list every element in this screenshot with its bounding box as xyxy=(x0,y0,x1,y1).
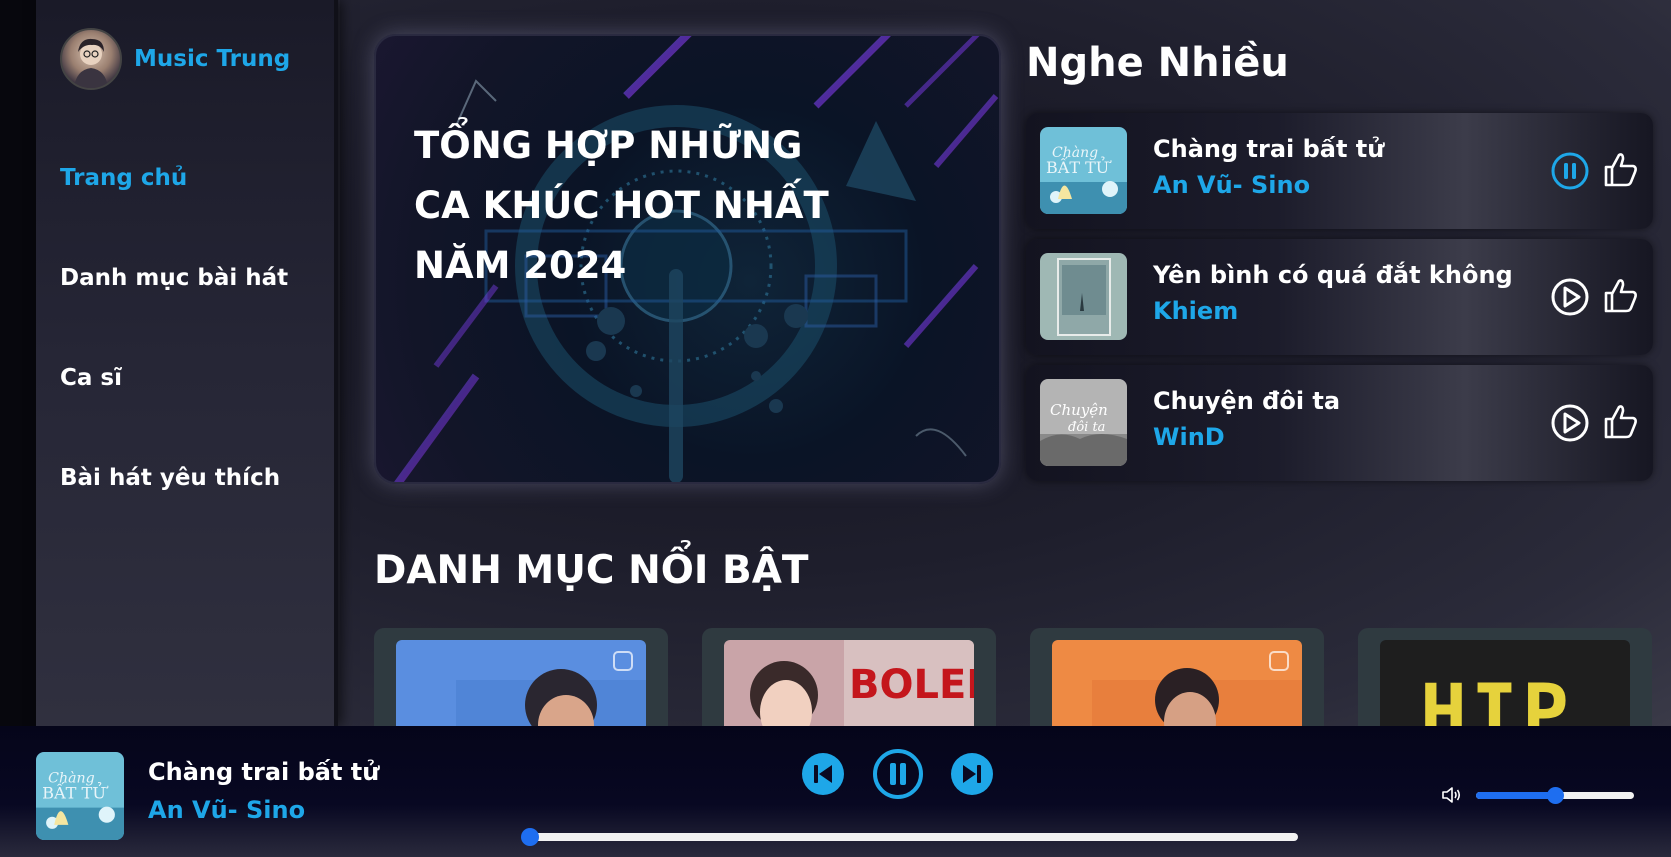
song-thumbnail: Chàng BẤT TỬ xyxy=(1040,127,1127,214)
pause-circle-icon[interactable] xyxy=(1550,151,1590,191)
sidebar-item-home[interactable]: Trang chủ xyxy=(60,160,288,260)
song-thumbnail: Chuyện đôi ta xyxy=(1040,379,1127,466)
top-songs-list: Chàng BẤT TỬ Chàng trai bất tử An Vũ- Si… xyxy=(1026,113,1653,491)
category-art xyxy=(1052,640,1302,726)
category-art: BOLERO xyxy=(724,640,974,726)
category-card[interactable]: HIP xyxy=(1358,628,1652,726)
category-card[interactable] xyxy=(374,628,668,726)
volume-slider[interactable] xyxy=(1476,787,1634,804)
play-circle-icon[interactable] xyxy=(1550,403,1590,443)
featured-heading: DANH MỤC NỔI BẬT xyxy=(374,548,809,593)
song-thumbnail xyxy=(1040,253,1127,340)
song-artist[interactable]: An Vũ- Sino xyxy=(1153,171,1310,199)
category-art: HIP xyxy=(1380,640,1630,726)
song-artist[interactable]: Khiem xyxy=(1153,297,1238,325)
song-artist[interactable]: WinD xyxy=(1153,423,1225,451)
player-song-artist[interactable]: An Vũ- Sino xyxy=(148,796,305,824)
sidebar: Music Trung Trang chủ Danh mục bài hát C… xyxy=(36,0,338,726)
svg-text:BẤT TỬ: BẤT TỬ xyxy=(1046,155,1112,177)
list-item[interactable]: Chàng BẤT TỬ Chàng trai bất tử An Vũ- Si… xyxy=(1026,113,1653,229)
player-song-title: Chàng trai bất tử xyxy=(148,758,380,786)
song-title: Chuyện đôi ta xyxy=(1153,387,1341,415)
sidebar-divider xyxy=(334,0,338,726)
play-circle-icon[interactable] xyxy=(1550,277,1590,317)
progress-bar[interactable] xyxy=(520,828,1298,846)
banner-title-line-1: TỔNG HỢP NHỮNG xyxy=(414,124,803,167)
volume-icon[interactable] xyxy=(1440,784,1462,806)
top-songs-heading: Nghe Nhiều xyxy=(1026,40,1289,86)
song-title: Yên bình có quá đắt không xyxy=(1153,261,1513,289)
progress-handle[interactable] xyxy=(520,828,539,846)
list-item[interactable]: Yên bình có quá đắt không Khiem xyxy=(1026,239,1653,355)
banner-title-line-3: NĂM 2024 xyxy=(414,244,627,287)
thumbs-up-icon[interactable] xyxy=(1600,275,1640,315)
hero-banner[interactable]: TỔNG HỢP NHỮNG CA KHÚC HOT NHẤT NĂM 2024 xyxy=(374,34,1001,484)
banner-title: TỔNG HỢP NHỮNG CA KHÚC HOT NHẤT NĂM 2024 xyxy=(414,116,834,296)
brand-name: Music Trung xyxy=(134,46,291,72)
sidebar-item-categories[interactable]: Danh mục bài hát xyxy=(60,260,288,360)
volume-handle[interactable] xyxy=(1547,787,1564,804)
featured-cards: BOLERO HIP xyxy=(374,628,1671,726)
svg-text:Chuyện: Chuyện xyxy=(1050,401,1108,419)
sidebar-item-favorites[interactable]: Bài hát yêu thích xyxy=(60,460,288,560)
banner-title-line-2: CA KHÚC HOT NHẤT xyxy=(414,184,829,227)
svg-text:BẤT TỬ: BẤT TỬ xyxy=(42,781,108,803)
category-card[interactable] xyxy=(1030,628,1324,726)
sidebar-item-artists[interactable]: Ca sĩ xyxy=(60,360,288,460)
volume-fill xyxy=(1476,792,1555,799)
player-cover: Chàng BẤT TỬ xyxy=(36,752,124,840)
player-bar: Chàng BẤT TỬ Chàng trai bất tử An Vũ- Si… xyxy=(0,726,1671,857)
pause-icon[interactable] xyxy=(872,748,924,800)
avatar xyxy=(60,28,122,90)
song-title: Chàng trai bất tử xyxy=(1153,135,1385,163)
thumbs-up-icon[interactable] xyxy=(1600,401,1640,441)
brand[interactable]: Music Trung xyxy=(60,28,290,90)
category-art-text: HIP xyxy=(1420,669,1573,726)
svg-text:đôi ta: đôi ta xyxy=(1068,420,1105,435)
sidebar-nav: Trang chủ Danh mục bài hát Ca sĩ Bài hát… xyxy=(60,160,288,560)
skip-forward-icon[interactable] xyxy=(950,752,994,796)
thumbs-up-icon[interactable] xyxy=(1600,149,1640,189)
skip-back-icon[interactable] xyxy=(801,752,845,796)
category-art xyxy=(396,640,646,726)
category-card[interactable]: BOLERO xyxy=(702,628,996,726)
list-item[interactable]: Chuyện đôi ta Chuyện đôi ta WinD xyxy=(1026,365,1653,481)
category-art-text: BOLERO xyxy=(849,662,974,708)
